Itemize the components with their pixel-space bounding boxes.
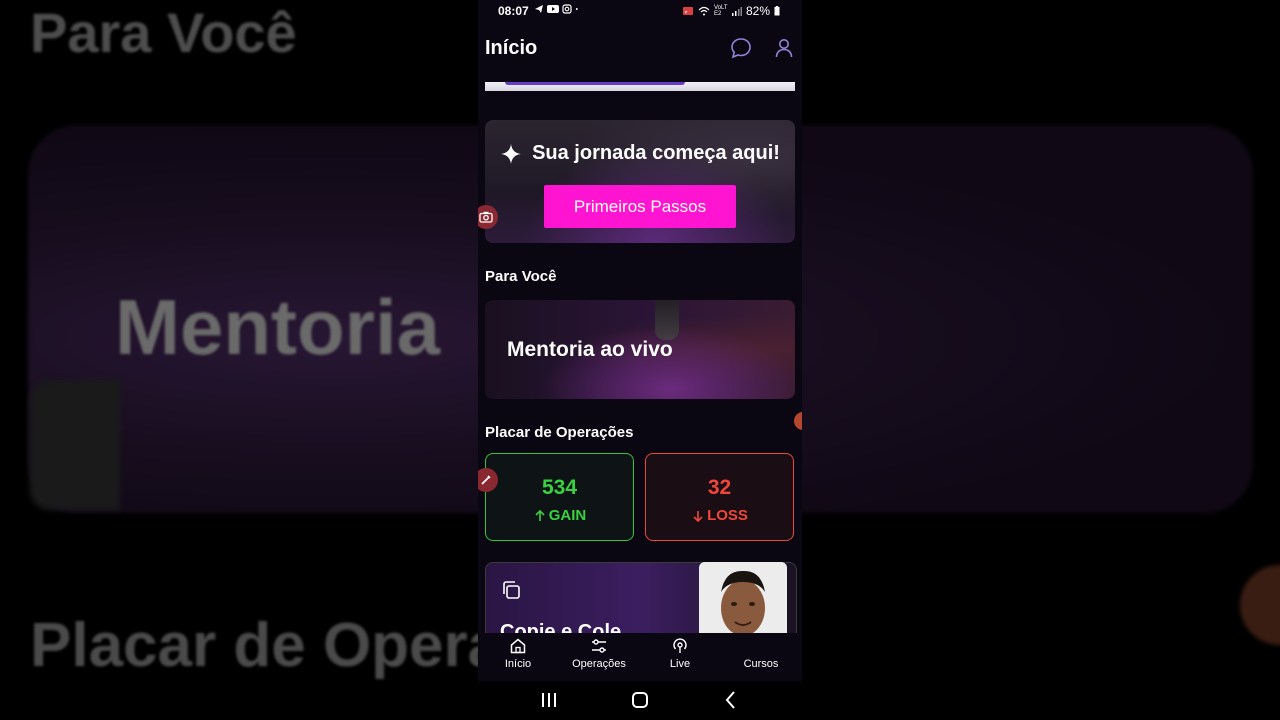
system-nav-bar bbox=[478, 681, 802, 720]
back-icon[interactable] bbox=[719, 689, 743, 711]
bottom-nav: Início Operações Live Cursos bbox=[478, 633, 802, 681]
instagram-icon bbox=[562, 4, 572, 14]
wifi-icon bbox=[698, 6, 710, 16]
nav-item-live[interactable]: Live bbox=[640, 637, 720, 670]
nav-label: Operações bbox=[572, 658, 626, 670]
broadcast-icon bbox=[673, 638, 687, 653]
network-label: VoLTE2 bbox=[713, 5, 728, 17]
battery-icon bbox=[774, 6, 780, 16]
scoreboard-heading: Placar de Operações bbox=[485, 424, 634, 441]
gain-card[interactable]: 534 GAIN bbox=[485, 453, 634, 541]
app-header: Início bbox=[478, 30, 802, 66]
banner-carousel[interactable] bbox=[485, 82, 795, 91]
nav-item-inicio[interactable]: Início bbox=[478, 637, 558, 670]
backdrop-chair bbox=[30, 380, 120, 510]
backdrop-text: Para Você bbox=[30, 1, 297, 64]
journey-card: Sua jornada começa aqui! Primeiros Passo… bbox=[485, 120, 795, 243]
nav-item-cursos[interactable]: Cursos bbox=[721, 637, 801, 670]
microphone-image bbox=[655, 300, 679, 340]
mentor-card-title: Mentoria ao vivo bbox=[507, 338, 673, 361]
nav-label: Live bbox=[669, 658, 691, 670]
sliders-icon bbox=[592, 639, 606, 653]
gain-label-row: GAIN bbox=[486, 507, 633, 524]
backdrop-text: Mentoria bbox=[115, 283, 441, 371]
loss-card[interactable]: 32 LOSS bbox=[645, 453, 794, 541]
notification-icons bbox=[534, 4, 581, 14]
nav-item-operacoes[interactable]: Operações bbox=[559, 637, 639, 670]
first-steps-button[interactable]: Primeiros Passos bbox=[544, 185, 736, 228]
backdrop-text: Placar de Operaç bbox=[30, 611, 537, 680]
pencil-icon bbox=[481, 475, 491, 485]
arrow-up-icon bbox=[535, 509, 545, 521]
youtube-icon bbox=[547, 5, 559, 13]
system-status-icons: VoLTE2 82% bbox=[682, 4, 780, 18]
status-bar: 08:07 VoLTE2 82% bbox=[478, 0, 802, 22]
nav-label: Cursos bbox=[743, 658, 779, 670]
gain-label: GAIN bbox=[548, 507, 587, 524]
loss-label-row: LOSS bbox=[646, 507, 793, 524]
battery-percent: 82% bbox=[745, 4, 770, 18]
copy-icon bbox=[503, 581, 520, 599]
phone-screen: 08:07 VoLTE2 82% Início Sua jornada come… bbox=[478, 0, 802, 720]
home-button-icon[interactable] bbox=[628, 689, 652, 711]
recents-icon[interactable] bbox=[537, 689, 561, 711]
journey-heading: Sua jornada começa aqui! bbox=[485, 142, 795, 165]
user-icon[interactable] bbox=[772, 36, 796, 60]
arrow-down-icon bbox=[693, 510, 703, 522]
status-time: 08:07 bbox=[498, 4, 529, 18]
live-mentoring-card[interactable]: Mentoria ao vivo bbox=[485, 300, 795, 399]
loss-label: LOSS bbox=[707, 507, 748, 524]
telegram-icon bbox=[535, 5, 543, 13]
loss-value: 32 bbox=[707, 476, 732, 499]
signal-icon bbox=[731, 7, 742, 16]
for-you-heading: Para Você bbox=[485, 268, 557, 285]
chat-icon[interactable] bbox=[729, 36, 753, 60]
page-title: Início bbox=[485, 37, 538, 59]
backdrop-orb bbox=[1240, 565, 1280, 645]
cast-icon bbox=[682, 7, 693, 15]
sparkle-icon bbox=[501, 143, 522, 164]
book-icon bbox=[752, 637, 770, 655]
camera-icon bbox=[479, 211, 493, 223]
journey-title: Sua jornada começa aqui! bbox=[532, 142, 780, 164]
home-icon bbox=[510, 638, 526, 654]
gain-value: 534 bbox=[541, 476, 578, 499]
nav-label: Início bbox=[504, 658, 532, 670]
edge-handle[interactable] bbox=[794, 412, 802, 430]
dot-icon bbox=[575, 8, 578, 10]
